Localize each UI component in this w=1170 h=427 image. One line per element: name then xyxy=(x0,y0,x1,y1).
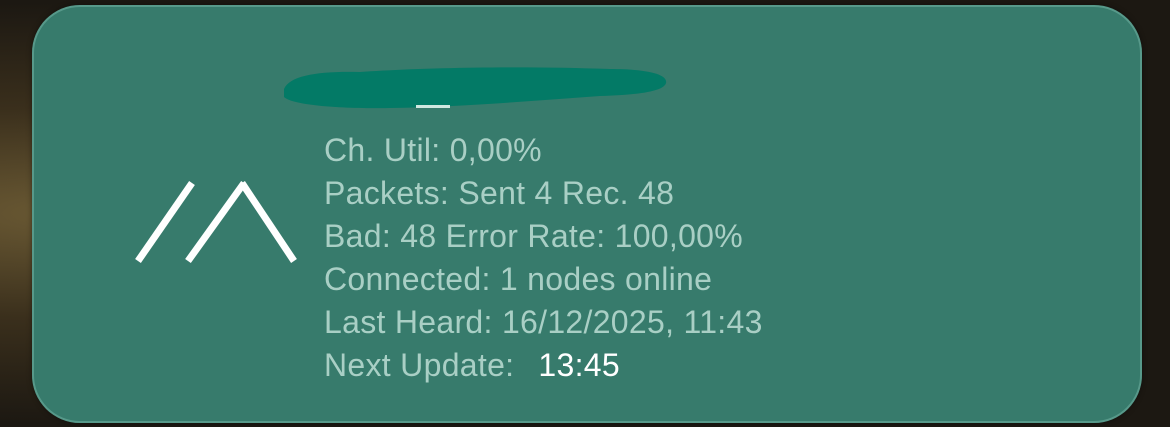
next-update-time: 13:45 xyxy=(538,347,620,383)
stat-label: Last Heard: xyxy=(324,304,493,340)
stat-value: Sent 4 Rec. 48 xyxy=(458,175,675,211)
redacted-device-name xyxy=(284,67,667,109)
stat-value: 0,00% xyxy=(449,132,542,168)
lock-screen-widget[interactable]: Ch. Util: 0,00% Packets: Sent 4 Rec. 48 … xyxy=(32,5,1142,423)
stat-label: Packets: xyxy=(324,175,450,211)
bad-packets-row: Bad: 48 Error Rate: 100,00% xyxy=(324,215,763,258)
packets-row: Packets: Sent 4 Rec. 48 xyxy=(324,172,763,215)
node-stats-list: Ch. Util: 0,00% Packets: Sent 4 Rec. 48 … xyxy=(324,129,763,387)
next-update-row: Next Update: 13:45 xyxy=(324,344,763,387)
stat-value: 48 Error Rate: 100,00% xyxy=(400,218,744,254)
stat-label: Bad: xyxy=(324,218,392,254)
stat-value: 1 nodes online xyxy=(499,261,713,297)
meshtastic-logo-icon xyxy=(135,180,297,264)
stat-value: 16/12/2025, 11:43 xyxy=(501,304,763,340)
next-update-label: Next Update: xyxy=(324,347,515,383)
last-heard-row: Last Heard: 16/12/2025, 11:43 xyxy=(324,301,763,344)
stat-label: Ch. Util: xyxy=(324,132,441,168)
stat-label: Connected: xyxy=(324,261,491,297)
connected-row: Connected: 1 nodes online xyxy=(324,258,763,301)
channel-utilization-row: Ch. Util: 0,00% xyxy=(324,129,763,172)
